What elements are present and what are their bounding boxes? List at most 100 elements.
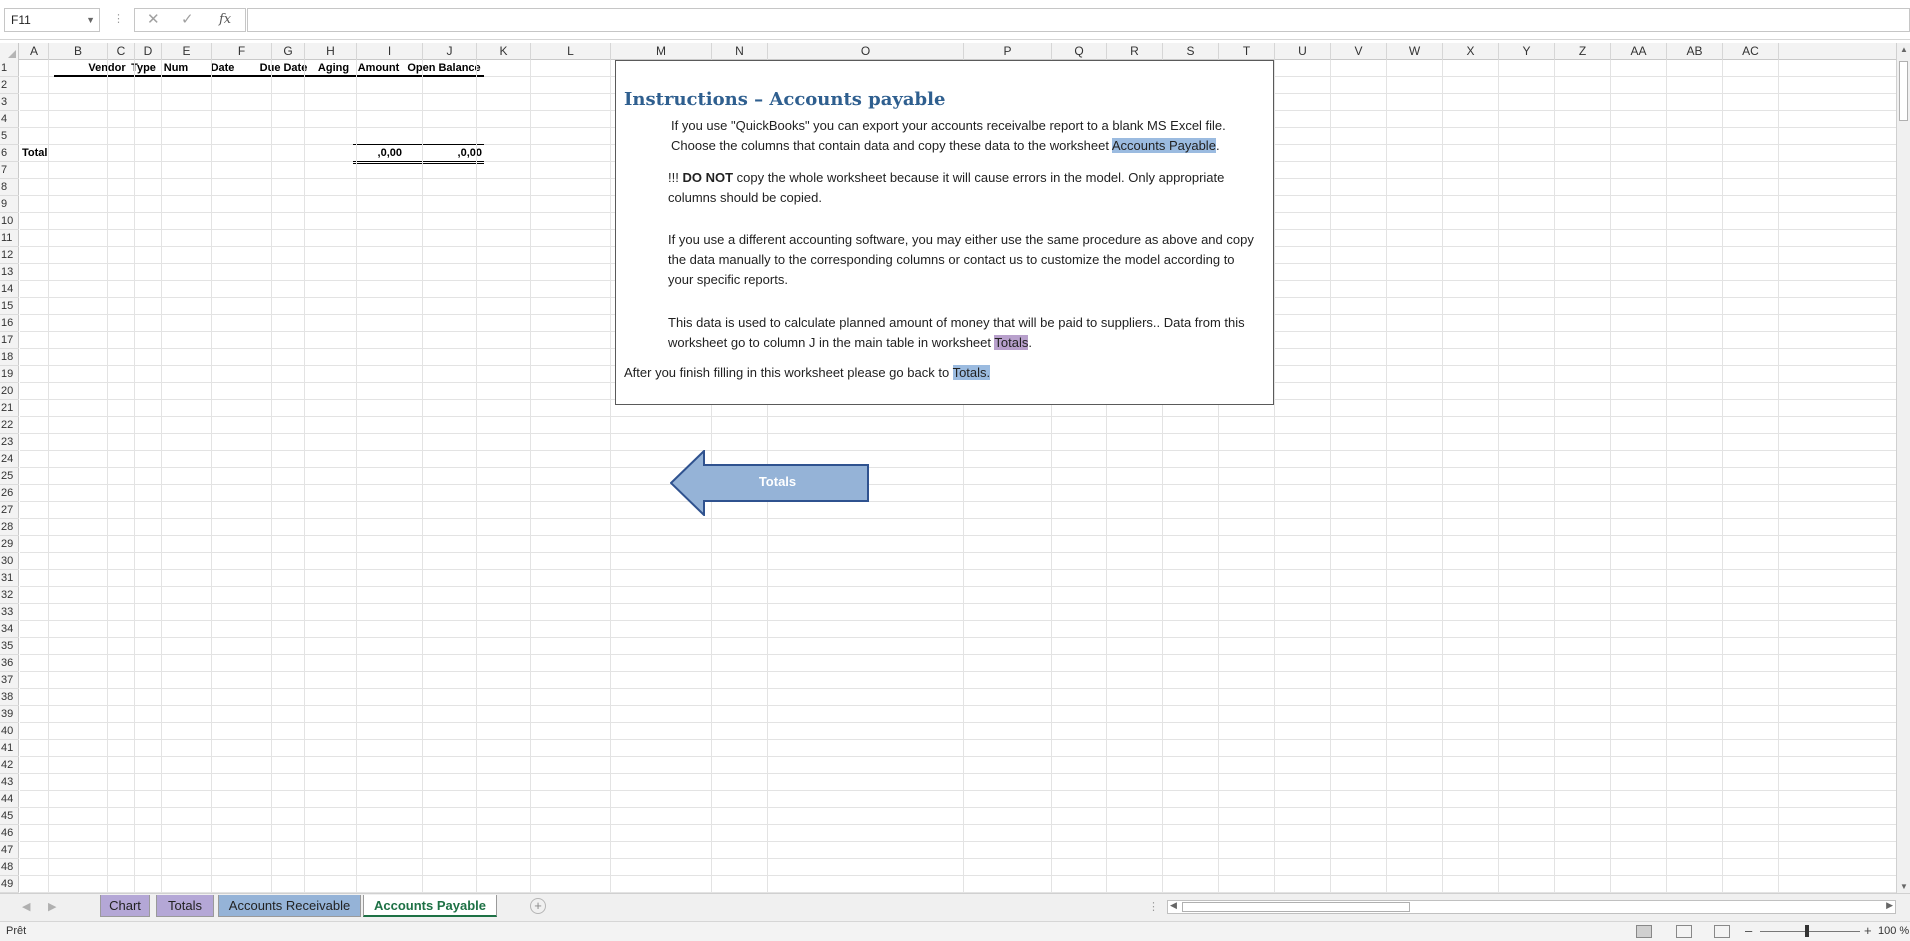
zoom-level[interactable]: 100 % [1878,925,1909,937]
row-header-48[interactable]: 48 [0,859,19,876]
row-header-30[interactable]: 30 [0,553,19,570]
link-accounts-payable[interactable]: Accounts Payable [1111,138,1216,153]
row-header-24[interactable]: 24 [0,451,19,468]
row-header-17[interactable]: 17 [0,332,19,349]
column-header-f[interactable]: F [212,43,272,60]
row-header-29[interactable]: 29 [0,536,19,553]
column-header-y[interactable]: Y [1499,43,1555,60]
row-header-37[interactable]: 37 [0,672,19,689]
column-header-m[interactable]: M [611,43,712,60]
column-header-k[interactable]: K [477,43,531,60]
row-header-4[interactable]: 4 [0,111,19,128]
row-header-21[interactable]: 21 [0,400,19,417]
vertical-scrollbar[interactable]: ▲ ▼ [1896,43,1910,893]
column-header-e[interactable]: E [162,43,212,60]
row-header-26[interactable]: 26 [0,485,19,502]
row-header-19[interactable]: 19 [0,366,19,383]
scroll-up-icon[interactable]: ▲ [1900,45,1908,54]
insert-function-icon[interactable]: fx [219,9,231,31]
column-header-u[interactable]: U [1275,43,1331,60]
column-header-ac[interactable]: AC [1723,43,1779,60]
row-header-27[interactable]: 27 [0,502,19,519]
column-header-v[interactable]: V [1331,43,1387,60]
column-header-s[interactable]: S [1163,43,1219,60]
page-break-view-icon[interactable] [1714,925,1730,938]
column-header-d[interactable]: D [135,43,162,60]
column-header-t[interactable]: T [1219,43,1275,60]
row-header-46[interactable]: 46 [0,825,19,842]
name-box[interactable]: F11 ▼ [4,8,100,32]
link-totals-footer[interactable]: Totals. [952,365,991,380]
row-header-9[interactable]: 9 [0,196,19,213]
row-header-39[interactable]: 39 [0,706,19,723]
row-header-12[interactable]: 12 [0,247,19,264]
zoom-in-icon[interactable]: + [1864,923,1872,938]
column-header-l[interactable]: L [531,43,611,60]
row-header-31[interactable]: 31 [0,570,19,587]
scroll-right-icon[interactable]: ▶ [1886,900,1893,911]
add-sheet-icon[interactable]: + [530,898,546,914]
row-header-45[interactable]: 45 [0,808,19,825]
enter-icon[interactable]: ✓ [181,9,194,31]
tab-scroll-left-icon[interactable]: ◀ [22,900,30,913]
column-header-a[interactable]: A [20,43,49,60]
horizontal-scrollbar[interactable]: ◀ ▶ [1167,900,1896,914]
column-header-o[interactable]: O [768,43,964,60]
row-header-28[interactable]: 28 [0,519,19,536]
row-header-47[interactable]: 47 [0,842,19,859]
row-header-41[interactable]: 41 [0,740,19,757]
row-header-2[interactable]: 2 [0,77,19,94]
normal-view-icon[interactable] [1636,925,1652,938]
tab-accounts-receivable[interactable]: Accounts Receivable [218,895,361,917]
vertical-scroll-thumb[interactable] [1899,61,1908,121]
column-header-n[interactable]: N [712,43,768,60]
column-header-c[interactable]: C [108,43,135,60]
row-header-49[interactable]: 49 [0,876,19,893]
cancel-icon[interactable]: ✕ [147,9,160,31]
row-header-38[interactable]: 38 [0,689,19,706]
row-header-32[interactable]: 32 [0,587,19,604]
column-header-i[interactable]: I [357,43,423,60]
column-header-ab[interactable]: AB [1667,43,1723,60]
row-header-23[interactable]: 23 [0,434,19,451]
scroll-down-icon[interactable]: ▼ [1900,882,1908,891]
row-header-11[interactable]: 11 [0,230,19,247]
column-header-b[interactable]: B [49,43,108,60]
row-header-16[interactable]: 16 [0,315,19,332]
tab-scroll-right-icon[interactable]: ▶ [48,900,56,913]
tab-totals[interactable]: Totals [156,895,214,917]
tab-chart[interactable]: Chart [100,895,150,917]
arrow-button-label[interactable]: Totals [700,474,855,489]
row-header-6[interactable]: 6 [0,145,19,162]
chevron-down-icon[interactable]: ▼ [86,9,95,31]
row-header-15[interactable]: 15 [0,298,19,315]
tab-split-handle-icon[interactable]: ⋮ [1148,900,1159,913]
column-header-p[interactable]: P [964,43,1052,60]
row-header-10[interactable]: 10 [0,213,19,230]
page-layout-view-icon[interactable] [1676,925,1692,938]
column-header-aa[interactable]: AA [1611,43,1667,60]
zoom-slider-thumb[interactable] [1805,925,1809,937]
zoom-slider[interactable] [1760,931,1860,932]
row-header-35[interactable]: 35 [0,638,19,655]
row-header-14[interactable]: 14 [0,281,19,298]
column-header-w[interactable]: W [1387,43,1443,60]
instructions-box[interactable]: Instructions – Accounts payable If you u… [615,60,1274,405]
row-header-13[interactable]: 13 [0,264,19,281]
row-header-44[interactable]: 44 [0,791,19,808]
column-header-z[interactable]: Z [1555,43,1611,60]
row-header-1[interactable]: 1 [0,60,19,77]
row-header-25[interactable]: 25 [0,468,19,485]
formula-input[interactable] [247,8,1910,32]
row-header-5[interactable]: 5 [0,128,19,145]
row-header-33[interactable]: 33 [0,604,19,621]
row-header-18[interactable]: 18 [0,349,19,366]
column-header-j[interactable]: J [423,43,477,60]
row-header-3[interactable]: 3 [0,94,19,111]
scroll-left-icon[interactable]: ◀ [1170,900,1177,911]
column-header-g[interactable]: G [272,43,305,60]
row-header-8[interactable]: 8 [0,179,19,196]
column-header-h[interactable]: H [305,43,357,60]
zoom-out-icon[interactable]: – [1745,923,1752,938]
select-all-corner[interactable] [0,43,19,60]
